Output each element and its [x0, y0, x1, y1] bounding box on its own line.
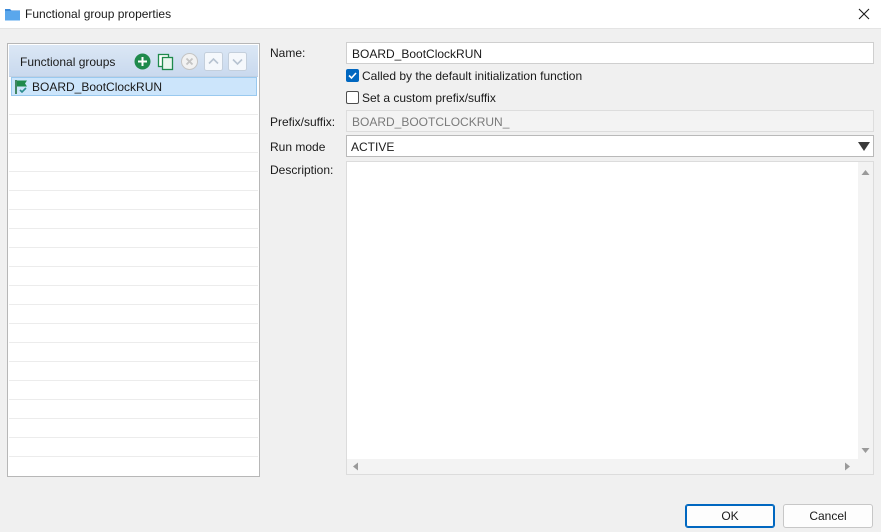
custom-prefix-checkbox[interactable]	[346, 91, 359, 104]
empty-row	[9, 324, 258, 343]
empty-row	[9, 115, 258, 134]
close-icon[interactable]	[847, 0, 881, 29]
move-down-icon[interactable]	[228, 52, 247, 71]
name-label: Name:	[270, 46, 306, 60]
ok-button[interactable]: OK	[685, 504, 775, 528]
run-mode-select[interactable]: ACTIVE	[346, 135, 874, 157]
empty-row	[9, 172, 258, 191]
empty-row	[9, 362, 258, 381]
checkmark-icon	[348, 72, 357, 80]
scroll-right-icon[interactable]	[843, 462, 852, 471]
empty-row	[9, 381, 258, 400]
empty-row	[9, 229, 258, 248]
functional-groups-label: Functional groups	[20, 55, 116, 69]
prefix-label: Prefix/suffix:	[270, 115, 336, 129]
empty-row	[9, 267, 258, 286]
empty-row	[9, 400, 258, 419]
empty-row	[9, 248, 258, 267]
remove-group-icon[interactable]	[180, 52, 199, 71]
chevron-down-icon	[858, 142, 870, 151]
empty-row	[9, 210, 258, 229]
functional-groups-header: Functional groups	[9, 45, 258, 77]
empty-row	[9, 343, 258, 362]
empty-row	[9, 134, 258, 153]
copy-group-icon[interactable]	[156, 52, 175, 71]
list-item[interactable]: BOARD_BootClockRUN	[11, 77, 257, 96]
horizontal-scrollbar[interactable]	[347, 459, 858, 474]
scroll-left-icon[interactable]	[351, 462, 360, 471]
add-group-icon[interactable]	[133, 52, 152, 71]
functional-groups-panel: Functional groups BOARD_BootClockRUN	[7, 43, 260, 477]
scroll-down-icon[interactable]	[861, 446, 870, 455]
scrollbar-corner	[858, 459, 873, 474]
empty-row	[9, 305, 258, 324]
custom-prefix-label[interactable]: Set a custom prefix/suffix	[362, 91, 496, 105]
list-item-label: BOARD_BootClockRUN	[32, 80, 163, 94]
window-title: Functional group properties	[25, 7, 172, 21]
called-by-default-label[interactable]: Called by the default initialization fun…	[362, 69, 582, 83]
description-textarea[interactable]	[346, 161, 874, 475]
name-field[interactable]: BOARD_BootClockRUN	[346, 42, 874, 64]
move-up-icon[interactable]	[204, 52, 223, 71]
functional-groups-list: BOARD_BootClockRUN	[9, 77, 258, 457]
prefix-field: BOARD_BOOTCLOCKRUN_	[346, 110, 874, 132]
vertical-scrollbar[interactable]	[858, 162, 873, 459]
folder-app-icon	[5, 9, 20, 21]
title-bar: Functional group properties	[0, 0, 881, 29]
run-mode-label: Run mode	[270, 140, 326, 154]
empty-row	[9, 153, 258, 172]
green-flag-check-icon	[15, 80, 27, 94]
called-by-default-checkbox[interactable]	[346, 69, 359, 82]
scroll-up-icon[interactable]	[861, 168, 870, 177]
cancel-button[interactable]: Cancel	[783, 504, 873, 528]
empty-row	[9, 96, 258, 115]
empty-row	[9, 419, 258, 438]
description-label: Description:	[270, 163, 334, 177]
empty-row	[9, 286, 258, 305]
run-mode-value: ACTIVE	[351, 140, 395, 154]
empty-row	[9, 438, 258, 457]
empty-row	[9, 191, 258, 210]
